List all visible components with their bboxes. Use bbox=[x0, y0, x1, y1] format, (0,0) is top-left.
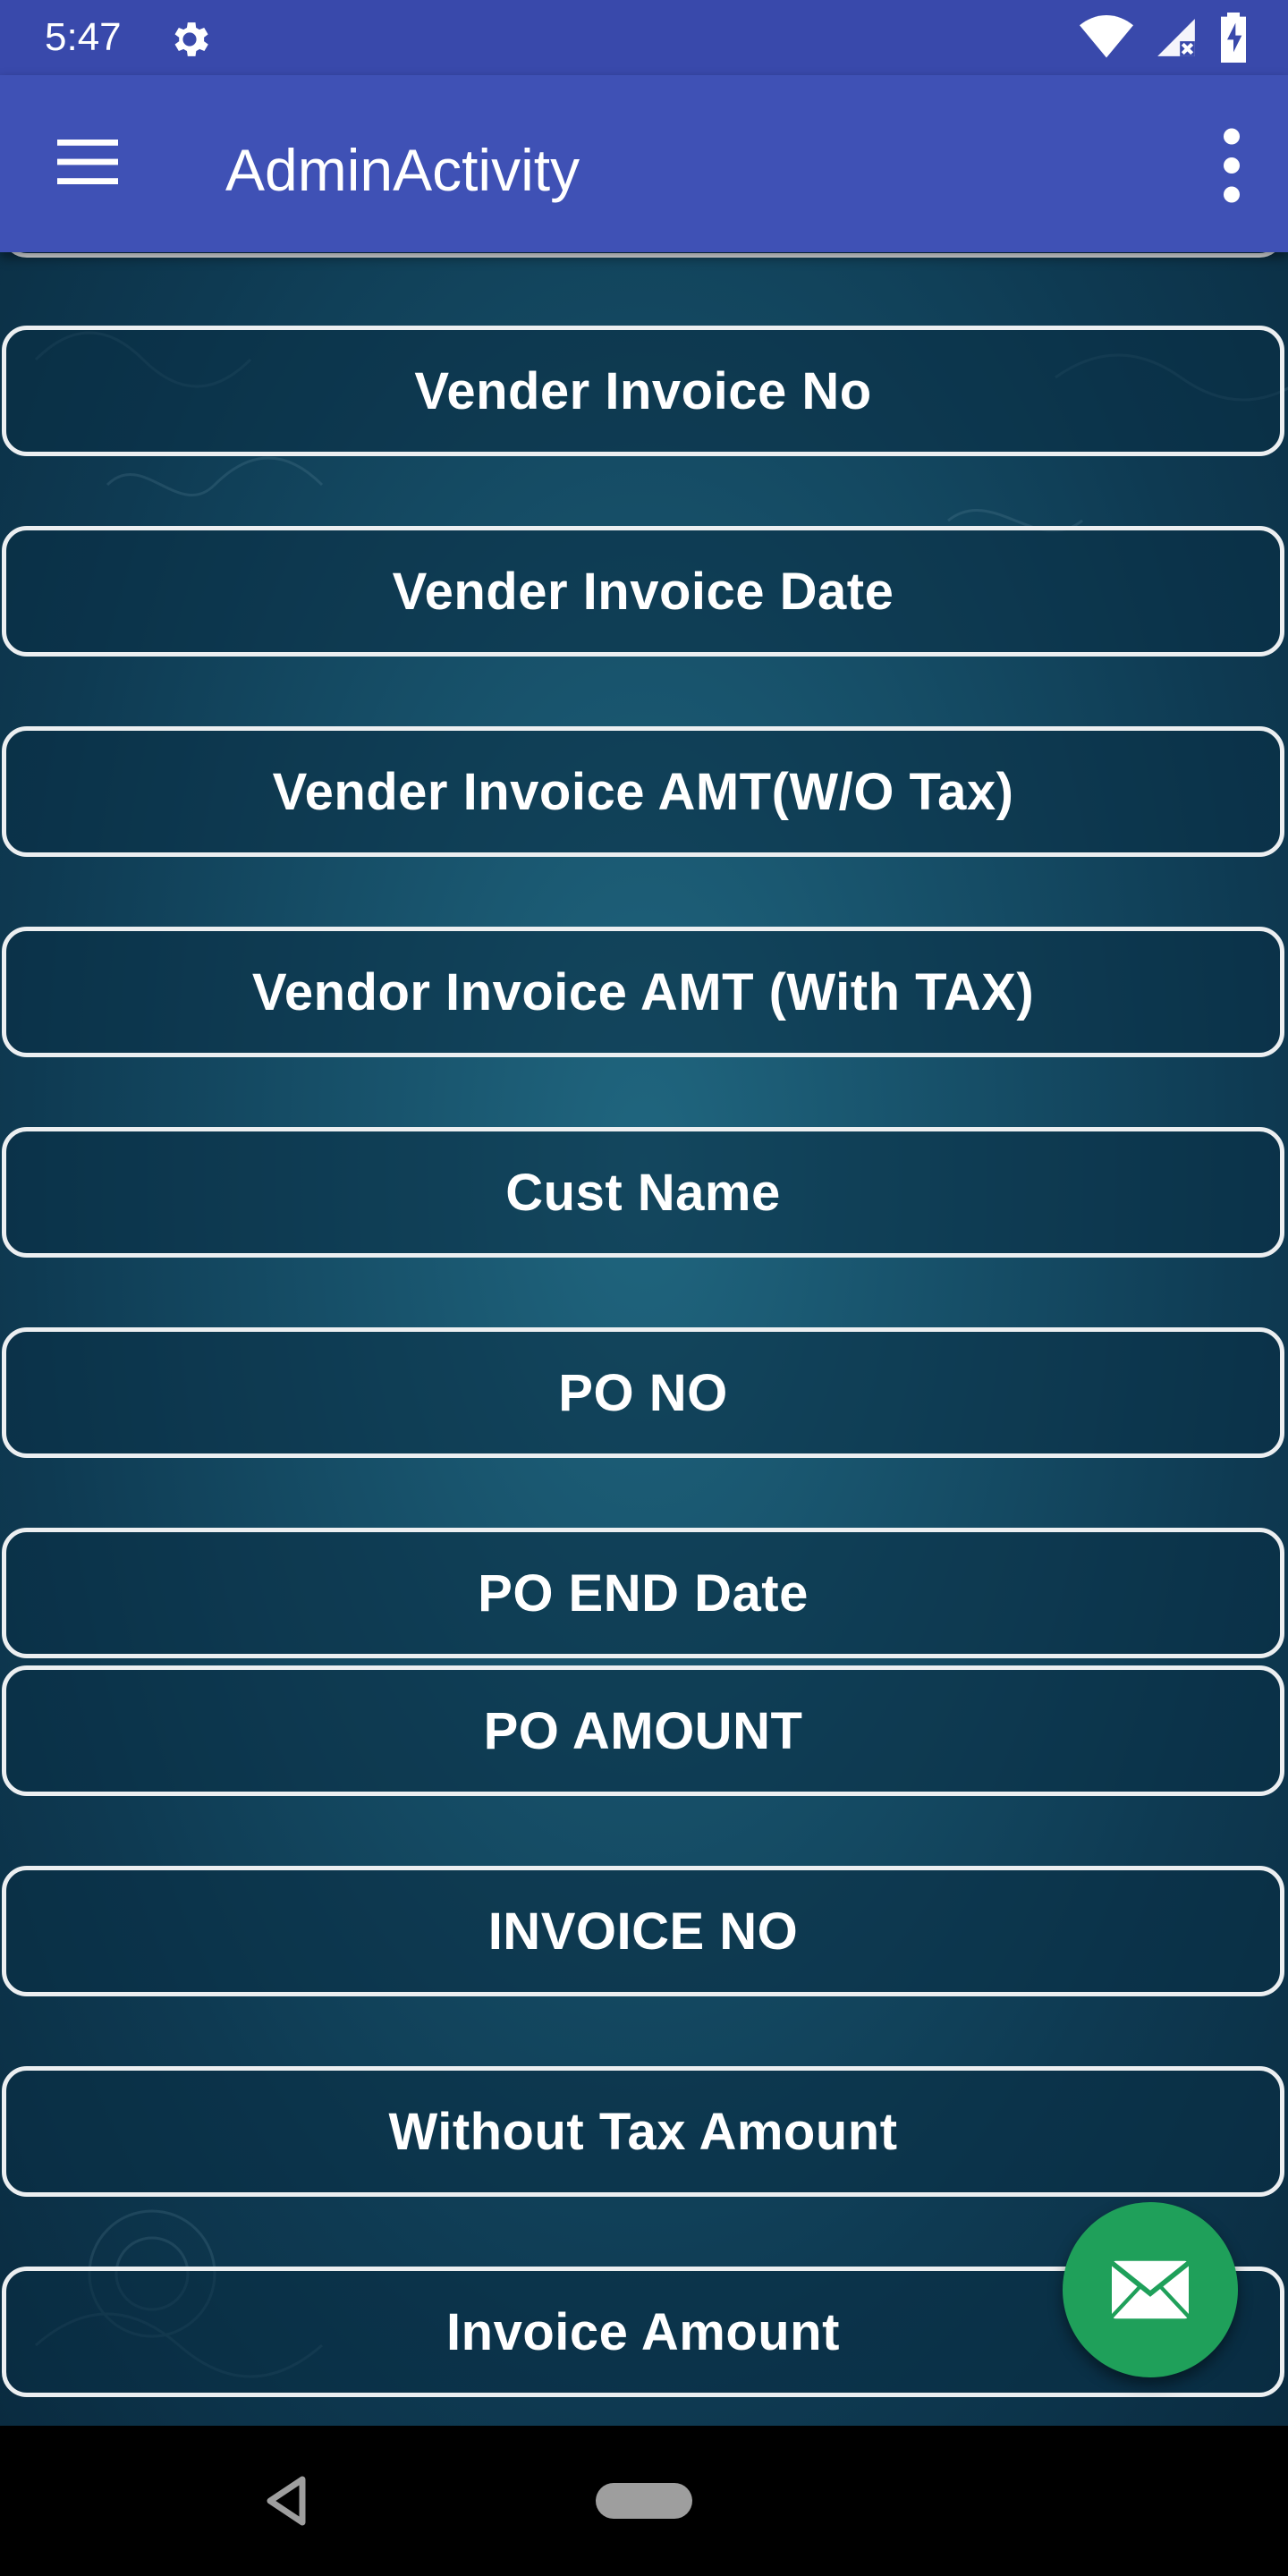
cust-name-button[interactable]: Cust Name bbox=[2, 1127, 1284, 1258]
po-no-button[interactable]: PO NO bbox=[2, 1327, 1284, 1458]
invoice-no-button[interactable]: INVOICE NO bbox=[2, 1866, 1284, 1996]
mail-icon bbox=[1112, 2260, 1189, 2319]
back-icon[interactable] bbox=[265, 2476, 308, 2526]
field-button-partial[interactable] bbox=[2, 252, 1284, 258]
settings-icon bbox=[174, 22, 208, 56]
wifi-icon bbox=[1080, 15, 1133, 58]
hamburger-menu-icon[interactable] bbox=[57, 140, 118, 184]
vender-invoice-no-button[interactable]: Vender Invoice No bbox=[2, 326, 1284, 456]
home-pill-icon[interactable] bbox=[596, 2483, 692, 2519]
more-vertical-icon[interactable] bbox=[1209, 125, 1254, 206]
vendor-invoice-amt-with-tax-button[interactable]: Vendor Invoice AMT (With TAX) bbox=[2, 927, 1284, 1057]
vender-invoice-amt-wo-tax-button[interactable]: Vender Invoice AMT(W/O Tax) bbox=[2, 726, 1284, 857]
field-list-area[interactable]: Vender Invoice No Vender Invoice Date Ve… bbox=[0, 252, 1288, 2426]
without-tax-amount-button[interactable]: Without Tax Amount bbox=[2, 2066, 1284, 2197]
app-title: AdminActivity bbox=[225, 137, 580, 203]
status-time: 5:47 bbox=[45, 15, 122, 59]
vender-invoice-date-button[interactable]: Vender Invoice Date bbox=[2, 526, 1284, 657]
po-amount-button[interactable]: PO AMOUNT bbox=[2, 1665, 1284, 1796]
status-icons bbox=[1079, 13, 1249, 63]
signal-icon bbox=[1157, 19, 1195, 56]
po-end-date-button[interactable]: PO END Date bbox=[2, 1528, 1284, 1658]
status-bar: 5:47 bbox=[0, 0, 1288, 75]
battery-charging-icon bbox=[1221, 13, 1246, 63]
app-bar: AdminActivity bbox=[0, 75, 1288, 252]
mail-fab-button[interactable] bbox=[1063, 2202, 1238, 2377]
navigation-bar bbox=[0, 2426, 1288, 2576]
